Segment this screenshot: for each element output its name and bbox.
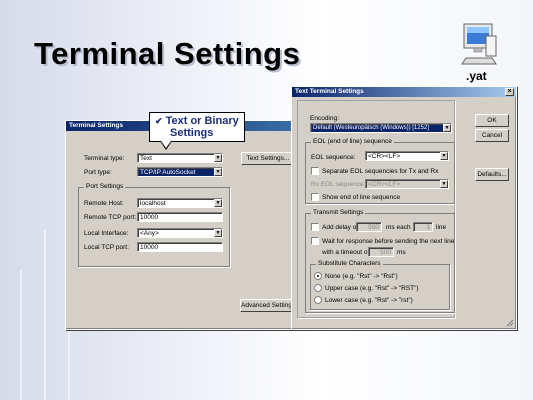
chevron-down-icon[interactable]: ▼ [440, 152, 448, 160]
terminal-type-select[interactable]: Text ▼ [137, 153, 223, 163]
delay-input[interactable]: 500 [356, 222, 382, 232]
resize-grip-icon[interactable] [506, 319, 514, 327]
text-settings-titlebar[interactable]: Text Terminal Settings × [292, 87, 516, 97]
close-icon[interactable]: × [505, 88, 514, 96]
ms-each-label: ms each [386, 224, 411, 231]
chevron-down-icon[interactable]: ▼ [214, 199, 222, 207]
encoding-select[interactable]: Default (Westeuropäisch (Windows)) [1252… [310, 123, 452, 133]
wait-response-label: Wait for response before sending the nex… [322, 238, 455, 245]
rx-eol-label: Rx EOL sequence: [311, 181, 366, 188]
eol-group-label: EOL (end of line) sequence [311, 138, 394, 145]
slide-title: Terminal Settings [34, 36, 301, 71]
remote-tcp-port-label: Remote TCP port: [84, 214, 137, 221]
eol-sequence-label: EOL sequence: [311, 154, 356, 161]
add-delay-label: Add delay of [322, 224, 359, 231]
substitute-group-label: Substitute Characters [316, 260, 383, 267]
chevron-down-icon[interactable]: ▼ [214, 168, 222, 176]
text-settings-button[interactable]: Text Settings... [241, 152, 295, 165]
computer-monitor-icon [461, 23, 497, 65]
text-terminal-settings-dialog: Text Terminal Settings × Encoding: Defau… [291, 86, 517, 330]
port-settings-group-label: Port Settings [84, 183, 126, 190]
timeout-label: with a timeout of [322, 249, 370, 256]
separate-eol-label: Separate EOL sequencies for Tx and Rx [322, 168, 439, 175]
decorative-stripe [44, 230, 46, 400]
rx-eol-select[interactable]: <CR><LF> ▼ [365, 179, 449, 189]
terminal-settings-window: Terminal Settings Terminal type: Text ▼ T… [65, 120, 297, 330]
decorative-stripe [20, 270, 22, 400]
checkmark-icon: ✔ [155, 116, 163, 126]
upper-case-radio[interactable] [314, 284, 322, 292]
defaults-button[interactable]: Defaults... [475, 168, 509, 181]
show-eol-checkbox[interactable] [311, 193, 319, 201]
port-type-select[interactable]: TCP/IP AutoSocket ▼ [137, 167, 223, 177]
text-or-binary-callout: ✔ Text or Binary Settings [149, 112, 245, 150]
none-radio-label: None (e.g. "Rst" -> "Rst") [325, 273, 398, 280]
transmit-group-label: Transmit Settings [311, 209, 366, 216]
line-label: line [436, 224, 447, 231]
yat-extension-label: .yat [466, 69, 487, 83]
chevron-down-icon[interactable]: ▼ [443, 124, 451, 132]
lower-case-radio-label: Lower case (e.g. "Rst" -> "rst") [325, 297, 413, 304]
timeout-input[interactable]: 500 [368, 247, 394, 257]
wait-response-checkbox[interactable] [311, 237, 319, 245]
remote-host-label: Remote Host: [84, 200, 124, 207]
add-delay-checkbox[interactable] [311, 223, 319, 231]
chevron-down-icon[interactable]: ▼ [214, 229, 222, 237]
callout-line2: Settings [170, 127, 214, 139]
cancel-button[interactable]: Cancel [475, 129, 509, 142]
chevron-down-icon[interactable]: ▼ [214, 154, 222, 162]
ms-label: ms [397, 249, 406, 256]
local-interface-select[interactable]: <Any> ▼ [137, 228, 223, 238]
chevron-down-icon[interactable]: ▼ [440, 180, 448, 188]
local-tcp-port-input[interactable]: 10000 [137, 242, 223, 252]
each-lines-input[interactable]: 1 [413, 222, 433, 232]
terminal-type-label: Terminal type: [84, 155, 125, 162]
remote-host-select[interactable]: localhost ▼ [137, 198, 223, 208]
local-tcp-port-label: Local TCP port: [84, 244, 129, 251]
encoding-label: Encoding: [310, 115, 339, 122]
local-interface-label: Local Interface: [84, 230, 129, 237]
remote-tcp-port-input[interactable]: 10000 [137, 212, 223, 222]
separate-eol-checkbox[interactable] [311, 167, 319, 175]
eol-sequence-select[interactable]: <CR><LF> ▼ [365, 151, 449, 161]
callout-line1: Text or Binary [165, 115, 239, 127]
show-eol-label: Show end of line sequence [322, 194, 401, 201]
advanced-settings-button[interactable]: Advanced Settings [240, 299, 296, 312]
ok-button[interactable]: OK [475, 114, 509, 127]
port-type-label: Port type: [84, 169, 112, 176]
lower-case-radio[interactable] [314, 296, 322, 304]
upper-case-radio-label: Upper case (e.g. "Rst" -> "RST") [325, 285, 419, 292]
text-settings-title: Text Terminal Settings [295, 88, 364, 95]
none-radio[interactable] [314, 272, 322, 280]
